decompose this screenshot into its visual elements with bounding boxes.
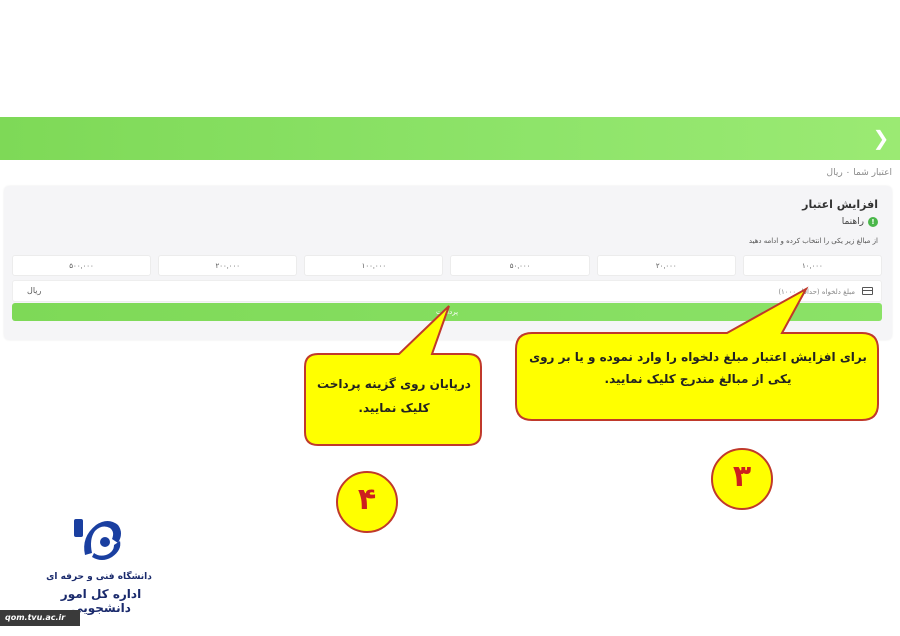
university-name-line-1: دانشگاه فنی و حرفه ای <box>46 572 152 582</box>
step-3-number: ۳ <box>732 459 752 494</box>
step-4-number: ۴ <box>357 482 377 517</box>
callout-3-text: برای افزایش اعتبار مبلغ دلخواه را وارد ن… <box>522 346 874 390</box>
custom-amount-field: ریال <box>12 280 882 302</box>
chevron-right-icon[interactable]: ❯ <box>870 126 892 150</box>
pay-button[interactable]: پرداخت <box>12 303 882 321</box>
amount-options: ۱۰,۰۰۰ ۲۰,۰۰۰ ۵۰,۰۰۰ ۱۰۰,۰۰۰ ۲۰۰,۰۰۰ ۵۰۰… <box>11 255 882 276</box>
callout-3-line-2: یکی از مبالغ مندرج کلیک نمایید. <box>604 372 792 386</box>
amount-option-50000[interactable]: ۵۰,۰۰۰ <box>450 255 590 276</box>
amount-option-200000[interactable]: ۲۰۰,۰۰۰ <box>158 255 298 276</box>
guide-link[interactable]: ! راهنما <box>842 217 878 227</box>
university-logo: دانشگاه فنی و حرفه ای اداره کل امور دانش… <box>30 515 172 615</box>
amount-option-10000[interactable]: ۱۰,۰۰۰ <box>742 255 882 276</box>
amount-option-500000[interactable]: ۵۰۰,۰۰۰ <box>11 255 152 276</box>
page-header-bar: ❯ <box>0 117 900 160</box>
panel-title: افزایش اعتبار <box>802 198 878 211</box>
callout-4-line-2: کلیک نمایید. <box>358 401 430 415</box>
balance-breadcrumb: اعتبار شما ۰ ریال <box>826 168 892 178</box>
instruction-text: از مبالغ زیر یکی را انتخاب کرده و ادامه … <box>748 237 878 245</box>
credit-card-icon <box>862 287 873 295</box>
callout-3-line-1: برای افزایش اعتبار مبلغ دلخواه را وارد ن… <box>529 350 867 364</box>
callout-4-text: درپایان روی گزینه پرداخت کلیک نمایید. <box>309 372 479 420</box>
guide-label: راهنما <box>841 217 864 227</box>
info-icon: ! <box>868 217 878 227</box>
university-emblem-icon <box>74 519 121 560</box>
callout-4-line-1: درپایان روی گزینه پرداخت <box>317 377 471 391</box>
amount-option-20000[interactable]: ۲۰,۰۰۰ <box>596 255 736 276</box>
currency-unit: ریال <box>27 286 42 295</box>
custom-amount-input[interactable] <box>155 283 855 300</box>
increase-credit-panel: افزایش اعتبار ! راهنما از مبالغ زیر یکی … <box>4 186 892 340</box>
amount-option-100000[interactable]: ۱۰۰,۰۰۰ <box>304 255 444 276</box>
website-url[interactable]: qom.tvu.ac.ir <box>0 610 80 626</box>
